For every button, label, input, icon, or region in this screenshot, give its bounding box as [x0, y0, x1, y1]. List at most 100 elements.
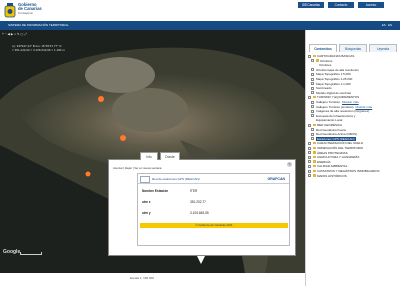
popup-row-value: 351.202,77	[190, 200, 206, 204]
map-toolbar[interactable]: + − ◀ ▶ ⌂ ✎ ▢ ⤢	[2, 32, 27, 36]
tree-item[interactable]: RED GEODÉSICA	[308, 123, 342, 127]
tree-item[interactable]: ENERGÍA	[308, 160, 331, 164]
tree-item[interactable]: Ortofotos	[311, 59, 332, 63]
station-marker[interactable]	[85, 171, 91, 177]
tree-item[interactable]: Mapa Topográfico 1:25.000	[311, 77, 352, 81]
tree-item-label: Red Geodésica Activa (GBOS)	[316, 132, 358, 137]
popup-links[interactable]: Acercar | Alejar | Ver en nueva ventana	[113, 166, 161, 170]
tab-leyenda[interactable]: Leyenda	[369, 44, 397, 52]
checkbox-icon[interactable]	[308, 155, 311, 159]
checkbox-icon[interactable]	[311, 109, 314, 113]
tree-item[interactable]: CATASTROS Y REGISTROS INMOBILIARIOS	[308, 169, 379, 173]
popup-row-value: 3.105.845,55	[190, 211, 209, 215]
tree-item-label: Sombreado	[316, 86, 332, 91]
tree-item[interactable]: CARACTERIZACIÓN DEL SUELO	[308, 141, 363, 145]
tree-item-label: Imágenes de alta resolución (Cogrenex)	[316, 109, 370, 114]
popup-row: utm y 3.105.845,55	[140, 209, 288, 217]
station-marker[interactable]	[120, 135, 126, 141]
checkbox-icon[interactable]	[308, 174, 311, 178]
popup-content: Red de estaciones GPS (REGCAN) GRAFCAN N…	[137, 173, 290, 246]
tree-item-label: CARACTERIZACIÓN DEL SUELO	[317, 141, 364, 146]
folder-icon	[313, 146, 316, 149]
idecanarias-button[interactable]: IDECanarias	[298, 2, 324, 8]
checkbox-icon[interactable]	[311, 59, 314, 63]
close-icon[interactable]: ×	[287, 162, 292, 167]
tree-item[interactable]: Red Geodésica Activa (GBOS)	[311, 132, 357, 136]
station-marker[interactable]	[98, 96, 104, 102]
tree-item[interactable]: Callejero Turístico (cmofoto) Mostrar más	[311, 105, 372, 109]
checkbox-icon[interactable]	[308, 54, 311, 58]
tree-item[interactable]: TURISMO Y EQUIPAMIENTOS	[308, 95, 359, 99]
tree-item[interactable]: Encuesta de Infraestructura y	[311, 114, 355, 118]
tree-item-label: Equipamiento Local	[316, 118, 343, 123]
checkbox-icon[interactable]	[308, 95, 311, 99]
tree-item[interactable]: CARTOGRAFIAS BASICAS	[308, 54, 354, 58]
scale-bar	[20, 252, 42, 255]
popup-tab-donde[interactable]: Dónde	[160, 152, 180, 160]
checkbox-icon[interactable]	[311, 91, 314, 95]
popup-row-label: Nombre Estación	[142, 189, 169, 193]
tree-item[interactable]: ÁREAS PROTEGIDAS	[308, 151, 348, 155]
seal-icon	[140, 176, 150, 183]
subbar-title: SISTEMA DE INFORMACIÓN TERRITORIAL	[8, 23, 69, 27]
header: Gobierno de Canarias Consejería IDECanar…	[0, 0, 400, 21]
tree-item-label: Ortofotomapa de alta resolución	[316, 67, 359, 72]
popup-tab-info[interactable]: Info	[140, 152, 158, 160]
tree-item[interactable]: Imágenes de alta resolución (Cogrenex)	[311, 109, 369, 113]
tree-item[interactable]: Callejero Turístico Mostrar más	[311, 100, 359, 104]
coat-of-arms-logo	[4, 3, 16, 18]
contact-button[interactable]: Contacto	[328, 2, 354, 8]
tree-item[interactable]: Red Geodésica Fuerte	[311, 128, 346, 132]
checkbox-icon[interactable]	[311, 137, 314, 141]
checkbox-icon[interactable]	[311, 68, 314, 72]
tree-item[interactable]: Ortofotomapa de alta resolución	[311, 68, 359, 72]
tree-item[interactable]: Ortofotos	[314, 63, 331, 67]
tree-item-label: Ortofotos	[319, 63, 332, 68]
checkbox-icon[interactable]	[308, 146, 311, 150]
checkbox-icon[interactable]	[311, 86, 314, 90]
checkbox-icon[interactable]	[308, 164, 311, 168]
access-button[interactable]: Acceso	[358, 2, 384, 8]
tree-item[interactable]: Equipamiento Local	[311, 118, 342, 122]
checkbox-icon[interactable]	[311, 100, 314, 104]
tree-item[interactable]: CALIDAD AMBIENTAL	[308, 164, 347, 168]
google-logo: Google	[3, 249, 21, 255]
coords-line2: = 351.242,93 = 3.106.643,96 = 1.183 m	[12, 48, 65, 52]
tree-item-label: AGRICULTURA Y GANADERÍA	[317, 155, 360, 160]
checkbox-icon[interactable]	[308, 123, 311, 127]
checkbox-icon[interactable]	[311, 77, 314, 81]
checkbox-icon[interactable]	[311, 132, 314, 136]
language-selector[interactable]: ES · EN	[382, 21, 392, 30]
tab-contenidos[interactable]: Contenidos	[309, 44, 337, 52]
tree-item[interactable]: ORDENACIÓN DEL TERRITORIO	[308, 146, 363, 150]
tree-item-label: CATASTROS Y REGISTROS INMOBILIARIOS	[317, 169, 380, 173]
checkbox-icon[interactable]	[311, 105, 314, 109]
tree-item[interactable]: Mapa Topográfico 1:1.000	[311, 82, 351, 86]
tree-item[interactable]: Sombreado	[311, 86, 332, 90]
popup-row-value: ITER	[190, 189, 198, 193]
checkbox-icon[interactable]	[308, 151, 311, 155]
show-more-link[interactable]: Mostrar más	[356, 105, 373, 109]
popup-row: utm x 351.202,77	[140, 198, 288, 206]
tree-item-label: Mapa Topográfico 1:5.000	[316, 72, 351, 77]
folder-icon	[313, 54, 316, 57]
popup-footer: © Gobierno de Canarias 2011	[140, 223, 288, 228]
checkbox-icon[interactable]	[308, 160, 311, 164]
tab-busquedas[interactable]: Búsquedas	[339, 44, 367, 52]
checkbox-icon[interactable]	[311, 82, 314, 86]
popup-title-text: Red de estaciones GPS (REGCAN)	[152, 177, 200, 181]
show-more-link[interactable]: Mostrar más	[342, 100, 359, 104]
tree-item[interactable]: MAPAS HISTÓRICOS	[308, 174, 347, 178]
folder-icon	[313, 164, 316, 168]
tree-item-label: ORDENACIÓN DEL TERRITORIO	[317, 146, 364, 150]
tree-item[interactable]: Modelo digital de sombras	[311, 91, 351, 95]
checkbox-icon[interactable]	[311, 72, 314, 76]
checkbox-icon[interactable]	[311, 128, 314, 132]
checkbox-icon[interactable]	[308, 169, 311, 173]
checkbox-icon[interactable]	[308, 141, 311, 145]
checkbox-icon[interactable]	[311, 114, 314, 118]
tree-item-label: Callejero Turístico (cmofoto)	[316, 104, 354, 109]
tree-item[interactable]: Mapa Topográfico 1:5.000	[311, 72, 351, 76]
tree-item[interactable]: AGRICULTURA Y GANADERÍA	[308, 155, 359, 159]
popup-title: Red de estaciones GPS (REGCAN)	[138, 174, 289, 184]
